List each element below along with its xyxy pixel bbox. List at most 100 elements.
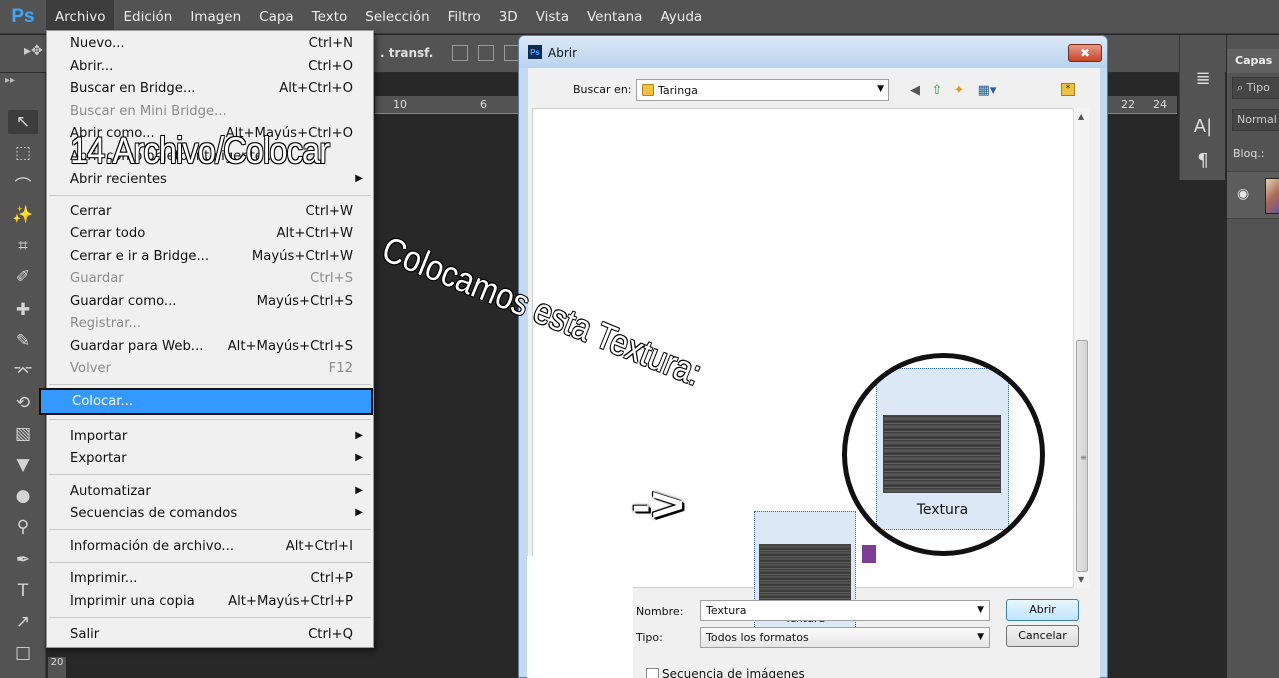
blend-mode-select[interactable]: Normal: [1232, 109, 1279, 131]
ruler-tick-label: 10: [393, 98, 407, 111]
menu-vista[interactable]: Vista: [527, 0, 578, 34]
menu-item-guardar-web[interactable]: Guardar para Web... Alt+Mayús+Ctrl+S: [47, 336, 373, 358]
submenu-arrow-icon: ▶: [355, 452, 363, 463]
ruler-tick-label: 22: [1121, 98, 1135, 111]
submenu-arrow-icon: ▶: [355, 485, 363, 496]
archivo-menu: Nuevo... Ctrl+N Abrir... Ctrl+O Buscar en …: [39, 30, 374, 648]
view-menu-icon[interactable]: ▦▾: [974, 81, 1000, 99]
tab-capas[interactable]: Capas: [1227, 49, 1279, 73]
back-icon[interactable]: ◀: [906, 81, 924, 99]
white-overlay-panel: [527, 556, 633, 678]
eyedropper-tool-icon[interactable]: ✐: [8, 265, 38, 289]
character-panel-icon[interactable]: A|: [1190, 113, 1216, 139]
magnified-file-item: Textura: [876, 368, 1009, 530]
menu-item-colocar[interactable]: Colocar...: [39, 388, 373, 415]
file-name-value: Textura: [706, 604, 747, 617]
open-button[interactable]: Abrir: [1006, 599, 1079, 621]
menu-item-cerrar-ir-bridge[interactable]: Cerrar e ir a Bridge... Mayús+Ctrl+W: [47, 246, 373, 268]
layer-filter-select[interactable]: ⌕ Tipo: [1232, 77, 1279, 99]
menu-ayuda[interactable]: Ayuda: [651, 0, 711, 34]
history-brush-tool-icon[interactable]: ⟲: [8, 391, 38, 415]
photoshop-app-icon: Ps: [528, 45, 542, 59]
eye-icon[interactable]: ◉: [1237, 186, 1249, 202]
menu-item-registrar: Registrar...: [70, 316, 142, 331]
crop-tool-icon[interactable]: ⌗: [8, 234, 38, 258]
scroll-down-icon[interactable]: ▼: [1078, 575, 1084, 584]
menu-item-secuencias-comandos[interactable]: Secuencias de comandos ▶: [47, 503, 373, 525]
dialog-close-button[interactable]: ✖: [1068, 44, 1102, 62]
menu-edicion[interactable]: Edición: [114, 0, 181, 34]
menu-texto[interactable]: Texto: [303, 0, 357, 34]
align-middle-icon[interactable]: [478, 45, 494, 61]
menu-item-salir[interactable]: Salir Ctrl+Q: [47, 624, 373, 646]
menu-item-imprimir[interactable]: Imprimir... Ctrl+P: [47, 568, 373, 590]
chevron-down-icon: ▼: [877, 84, 884, 94]
file-name-input[interactable]: Textura ▼: [700, 600, 990, 621]
type-tool-icon[interactable]: T: [8, 579, 38, 603]
submenu-arrow-icon: ▶: [355, 507, 363, 518]
menu-ventana[interactable]: Ventana: [578, 0, 651, 34]
menu-item-importar[interactable]: Importar ▶: [47, 426, 373, 448]
layer-row[interactable]: ◉: [1227, 171, 1279, 219]
menu-item-imprimir-copia[interactable]: Imprimir una copia Alt+Mayús+Ctrl+P: [47, 591, 373, 613]
submenu-arrow-icon: ▶: [355, 430, 363, 441]
file-list-scrollbar[interactable]: ▲ ≡ ▼: [1073, 108, 1089, 588]
brush-tool-icon[interactable]: ✎: [8, 329, 38, 353]
paragraph-panel-icon[interactable]: ¶: [1190, 147, 1216, 173]
horizontal-ruler-right: 22 24: [1107, 96, 1177, 114]
chevron-down-icon[interactable]: ▼: [977, 605, 984, 615]
menu-item-buscar-bridge[interactable]: Buscar en Bridge... Alt+Ctrl+O: [47, 78, 373, 100]
healing-brush-tool-icon[interactable]: ✚: [8, 298, 38, 322]
menu-item-cerrar-todo[interactable]: Cerrar todo Alt+Ctrl+W: [47, 223, 373, 245]
scroll-thumb[interactable]: ≡: [1076, 340, 1088, 572]
menu-item-abrir[interactable]: Abrir... Ctrl+O: [47, 56, 373, 78]
dodge-tool-icon[interactable]: ⚲: [8, 515, 38, 539]
stamp-tool-icon[interactable]: ⌤: [8, 360, 38, 384]
menu-filtro[interactable]: Filtro: [439, 0, 490, 34]
menu-seleccion[interactable]: Selección: [356, 0, 438, 34]
pen-tool-icon[interactable]: ✒: [8, 548, 38, 572]
look-in-select[interactable]: Taringa ▼: [636, 79, 889, 101]
magic-wand-tool-icon[interactable]: ✨: [8, 203, 38, 227]
menu-imagen[interactable]: Imagen: [181, 0, 250, 34]
menu-separator: [49, 617, 371, 618]
tools-panel: ▸▸ ↖ ⬚ ⌒ ✨ ⌗ ✐ ✚ ✎ ⌤ ⟲ ▧ ▼ ● ⚲ ✒ T ↗ □: [0, 73, 46, 678]
blur-tool-icon[interactable]: ●: [8, 484, 38, 508]
up-folder-icon[interactable]: ⇧: [928, 81, 946, 99]
menu-item-automatizar[interactable]: Automatizar ▶: [47, 481, 373, 503]
menu-item-guardar-como[interactable]: Guardar como... Mayús+Ctrl+S: [47, 291, 373, 313]
rectangle-tool-icon[interactable]: □: [8, 641, 38, 665]
lasso-tool-icon[interactable]: ⌒: [8, 172, 38, 197]
submenu-arrow-icon: ▶: [355, 173, 363, 184]
path-selection-tool-icon[interactable]: ↗: [8, 610, 38, 634]
paint-bucket-tool-icon[interactable]: ▼: [8, 453, 38, 477]
menu-item-buscar-mini-bridge: Buscar en Mini Bridge...: [70, 104, 227, 119]
pointer-arrow-icon: ->: [631, 479, 685, 532]
menu-item-cerrar[interactable]: Cerrar Ctrl+W: [47, 201, 373, 223]
menu-separator: [49, 195, 371, 196]
new-folder-icon[interactable]: ✦: [950, 81, 968, 99]
cancel-button[interactable]: Cancelar: [1006, 625, 1079, 647]
menu-list: Archivo Edición Imagen Capa Texto Selecc…: [46, 0, 711, 34]
file-type-select[interactable]: Todos los formatos ▼: [700, 627, 990, 648]
marquee-tool-icon[interactable]: ⬚: [8, 141, 38, 165]
menu-capa[interactable]: Capa: [250, 0, 303, 34]
align-top-icon[interactable]: [452, 45, 468, 61]
collapse-panel-icon[interactable]: ▸▸: [5, 75, 15, 86]
file-item-partial[interactable]: [862, 545, 876, 563]
menu-item-nuevo[interactable]: Nuevo... Ctrl+N: [47, 33, 373, 55]
layers-panel: Capas ⌕ Tipo Normal Bloq.: ◉: [1226, 35, 1279, 678]
history-panel-icon[interactable]: ≣: [1190, 65, 1216, 91]
menu-archivo[interactable]: Archivo: [46, 0, 115, 34]
image-sequence-checkbox[interactable]: [646, 668, 659, 678]
move-tool-icon[interactable]: ↖: [8, 110, 38, 134]
menu-item-abrir-recientes[interactable]: Abrir recientes ▶: [47, 169, 373, 191]
move-tool-preset-icon[interactable]: ▸✥: [24, 43, 43, 59]
dialog-titlebar[interactable]: Ps Abrir ✖: [519, 36, 1107, 68]
eraser-tool-icon[interactable]: ▧: [8, 422, 38, 446]
desktop-folder-icon[interactable]: *: [1061, 83, 1075, 96]
menu-item-informacion-archivo[interactable]: Información de archivo... Alt+Ctrl+I: [47, 536, 373, 558]
scroll-up-icon[interactable]: ▲: [1078, 112, 1084, 121]
menu-3d[interactable]: 3D: [490, 0, 527, 34]
menu-item-exportar[interactable]: Exportar ▶: [47, 448, 373, 470]
